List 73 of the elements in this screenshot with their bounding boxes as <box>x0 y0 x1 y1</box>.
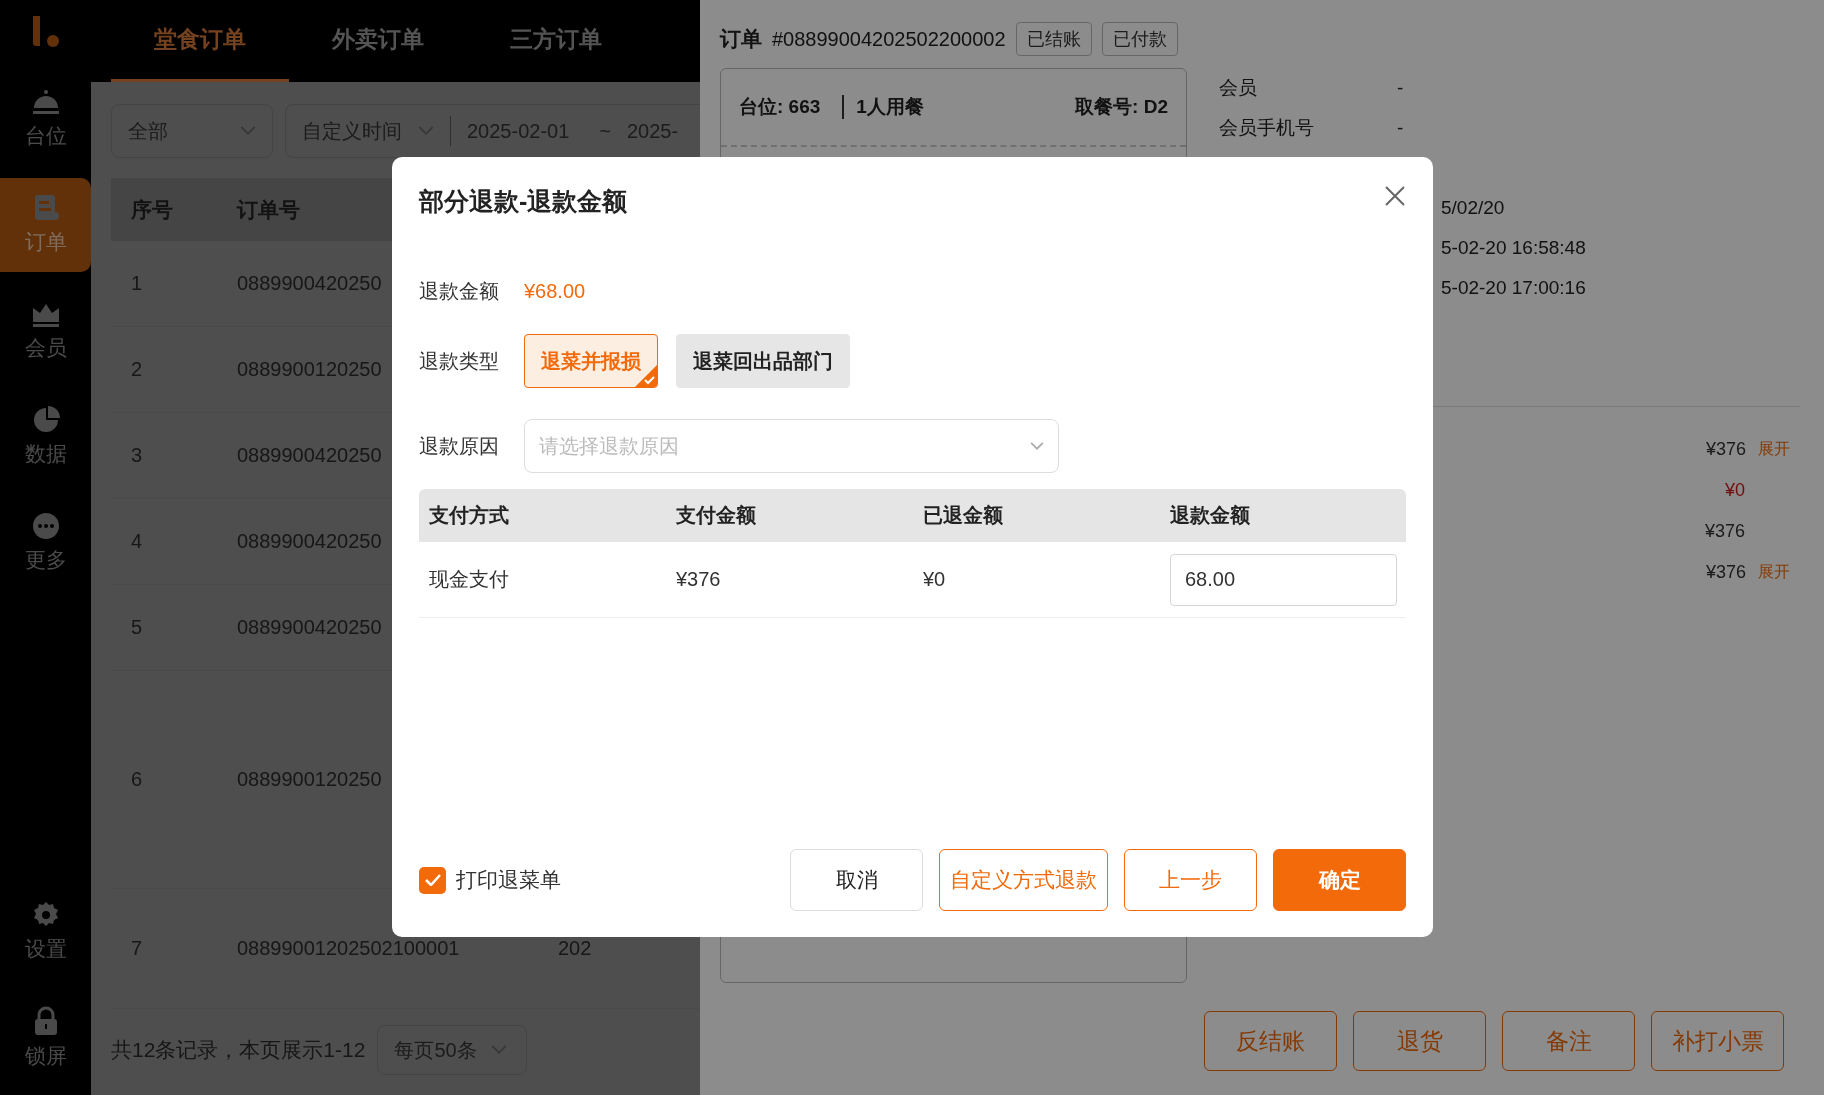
sidebar-label: 会员 <box>24 335 67 361</box>
pickup-number: 取餐号: D2 <box>1075 95 1168 119</box>
field-label: 退款原因 <box>419 433 500 459</box>
order-tab[interactable]: 三方订单 <box>467 0 645 82</box>
column-header: 支付金额 <box>675 503 757 528</box>
sidebar-label: 台位 <box>24 123 67 149</box>
sidebar-label: 设置 <box>24 936 67 962</box>
expand-link[interactable]: 展开 <box>1758 562 1790 583</box>
settings-icon <box>31 901 60 929</box>
info-label: 会员 <box>1219 76 1258 100</box>
more-icon <box>31 512 60 540</box>
dialog-button[interactable]: 确定 <box>1273 849 1406 911</box>
table-cell-text: ¥376 <box>675 568 722 591</box>
action-button[interactable]: 退货 <box>1353 1011 1486 1071</box>
field-label: 退款类型 <box>419 348 500 374</box>
guest-count: 1人用餐 <box>856 95 924 119</box>
order-tab[interactable]: 堂食订单 <box>111 0 289 82</box>
info-label: 会员手机号 <box>1219 116 1315 140</box>
info-value: 5-02-20 16:58:48 <box>1441 237 1586 259</box>
sidebar-item[interactable]: 更多 <box>0 496 91 590</box>
bell-icon <box>30 88 61 116</box>
info-value: 5/02/20 <box>1441 197 1505 219</box>
action-button[interactable]: 备注 <box>1502 1011 1635 1071</box>
field-label: 退款金额 <box>419 279 500 304</box>
column-header: 支付方式 <box>428 503 510 528</box>
logo-icon <box>30 14 61 50</box>
action-button[interactable]: 补打小票 <box>1651 1011 1784 1071</box>
table-cell-text: 现金支付 <box>428 567 510 592</box>
sidebar-label: 更多 <box>24 547 67 573</box>
sidebar-item[interactable]: 锁屏 <box>0 991 91 1085</box>
dialog-title: 部分退款-退款金额 <box>419 186 628 217</box>
check-icon <box>424 874 441 886</box>
dialog-button[interactable]: 取消 <box>790 849 923 911</box>
sidebar-item[interactable]: 台位 <box>0 72 91 166</box>
sidebar-item[interactable]: 订单 <box>0 178 91 272</box>
info-value: 5-02-20 17:00:16 <box>1441 277 1586 299</box>
order-label: 订单 <box>720 26 762 52</box>
sidebar-item[interactable]: 设置 <box>0 885 91 979</box>
table-number: 台位: 663 <box>739 95 821 119</box>
checkbox[interactable] <box>419 866 446 894</box>
checkbox-label: 打印退菜单 <box>456 867 561 893</box>
sidebar-label: 订单 <box>24 229 67 255</box>
chevron-down-icon <box>1030 441 1044 451</box>
info-value: - <box>1397 77 1404 99</box>
refund-type-option[interactable]: 退菜回出品部门 <box>676 334 850 388</box>
sidebar-label: 数据 <box>24 441 67 467</box>
dialog-button[interactable]: 自定义方式退款 <box>939 849 1108 911</box>
amount-value: ¥376 <box>1704 521 1745 542</box>
column-header: 退款金额 <box>1169 503 1251 528</box>
date-separator: ~ <box>599 119 611 143</box>
document-icon <box>32 194 59 222</box>
sidebar-item[interactable]: 会员 <box>0 284 91 378</box>
reason-select[interactable]: 请选择退款原因 <box>524 419 1059 473</box>
close-icon[interactable] <box>1385 186 1405 206</box>
status-tag: 已付款 <box>1101 22 1178 56</box>
refund-amount-input[interactable]: 68.00 <box>1170 553 1397 606</box>
info-value: - <box>1397 117 1404 139</box>
sidebar-label: 锁屏 <box>24 1043 67 1069</box>
dialog-button[interactable]: 上一步 <box>1124 849 1257 911</box>
column-header: 已退金额 <box>922 503 1004 528</box>
amount-value: ¥376 <box>1705 439 1746 460</box>
refund-type-option[interactable]: 退菜并报损 <box>524 334 658 388</box>
order-tab[interactable]: 外卖订单 <box>289 0 467 82</box>
refund-amount: ¥68.00 <box>524 280 586 303</box>
status-tag: 已结账 <box>1015 22 1092 56</box>
order-number: #08899004202502200002 <box>772 27 1006 51</box>
action-button[interactable]: 反结账 <box>1204 1011 1337 1071</box>
amount-value: ¥0 <box>1724 480 1745 501</box>
table-cell-text: ¥0 <box>922 568 947 591</box>
amount-value: ¥376 <box>1705 562 1746 583</box>
sidebar-item[interactable]: 数据 <box>0 390 91 484</box>
pie-chart-icon <box>31 406 60 434</box>
expand-link[interactable]: 展开 <box>1758 439 1790 460</box>
